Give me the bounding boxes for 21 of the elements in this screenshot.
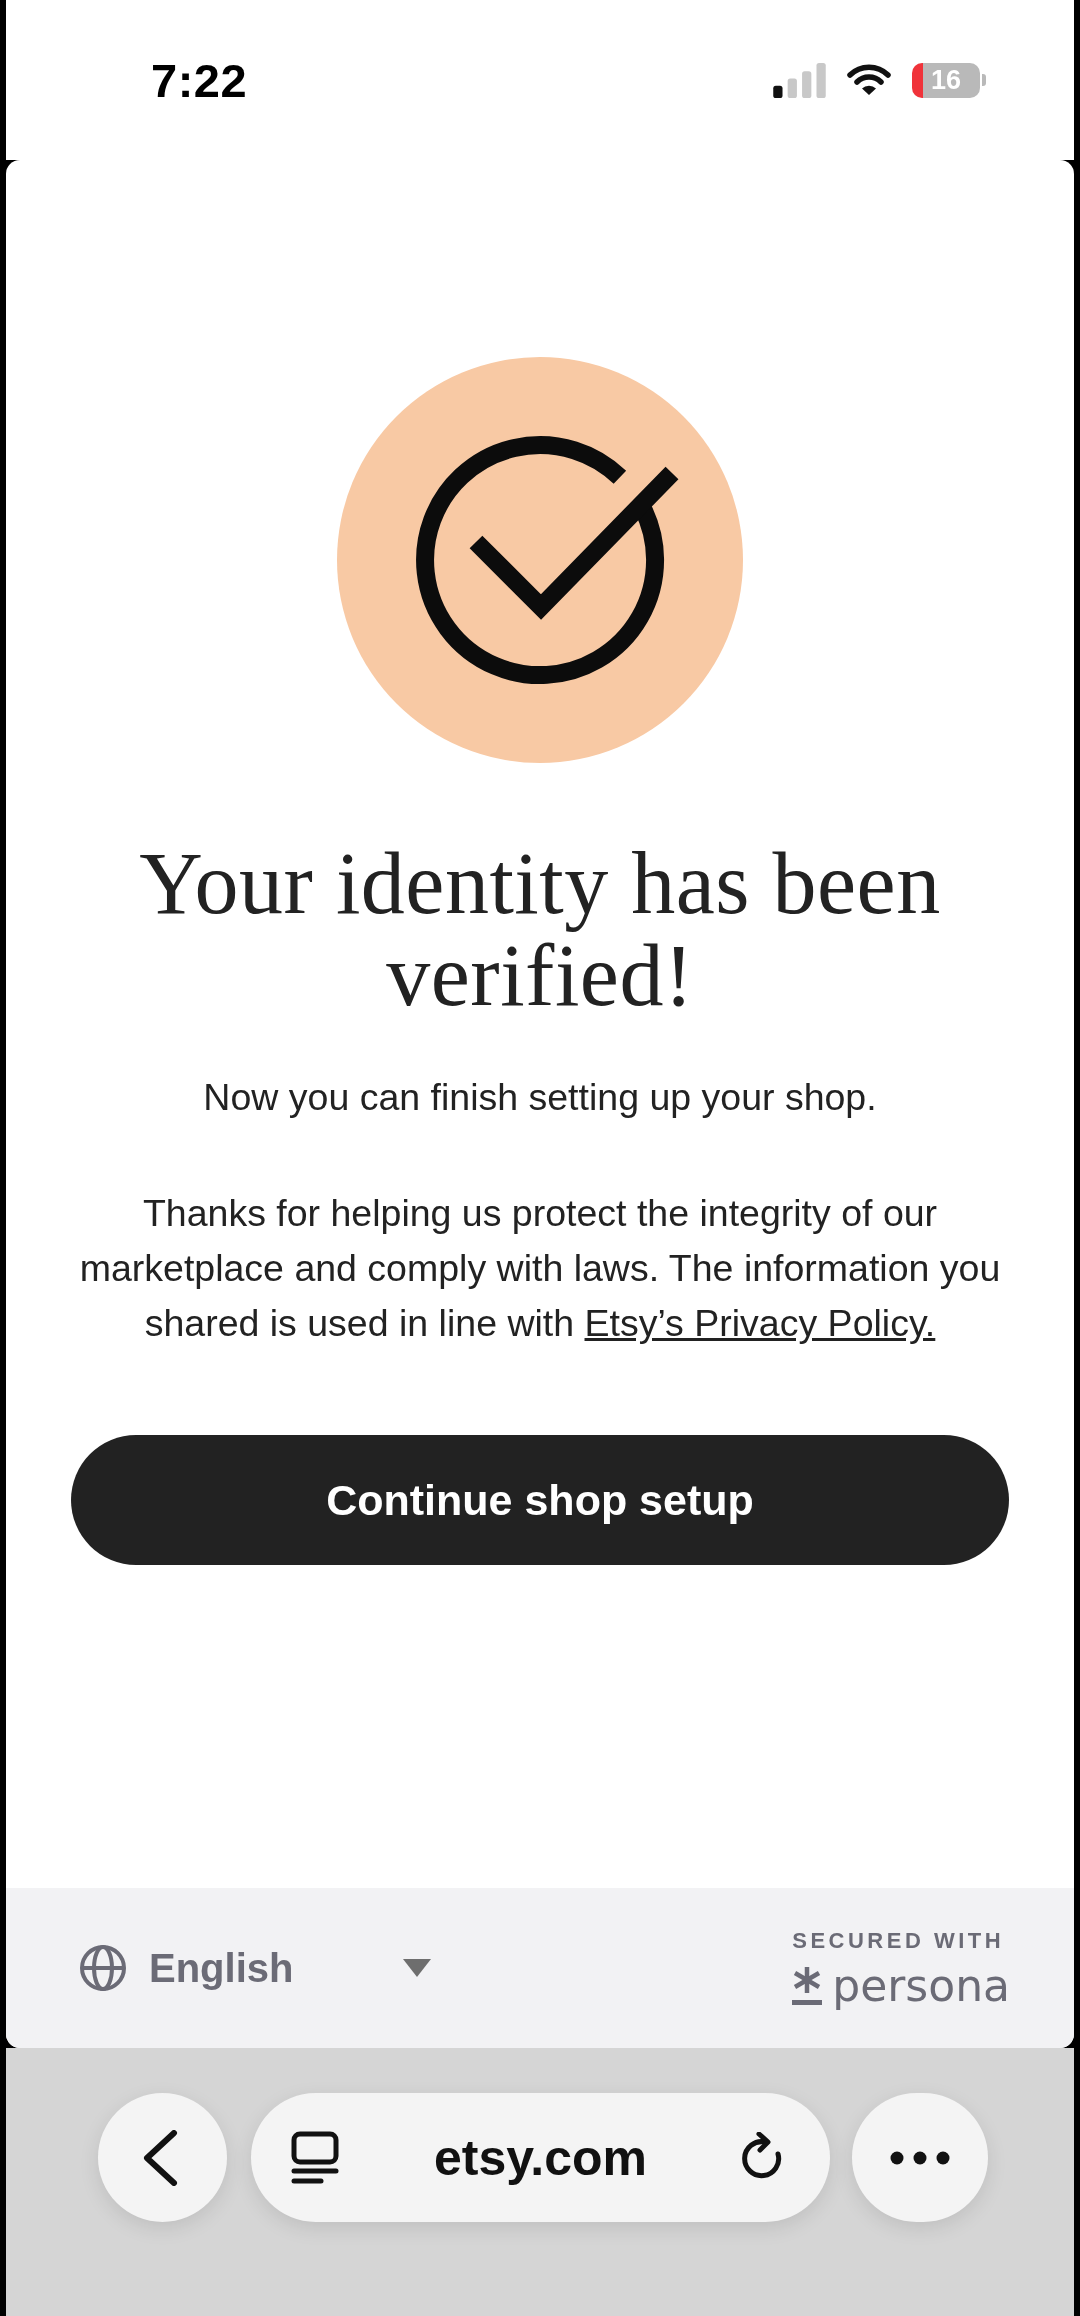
asterisk-logo-icon: [792, 1966, 823, 2006]
secured-with-label: SECURED WITH: [792, 1928, 1005, 1954]
privacy-policy-link[interactable]: Etsy’s Privacy Policy.: [584, 1302, 936, 1344]
back-icon: [141, 2129, 178, 2186]
check-circle-icon: [337, 357, 743, 763]
subtitle: Now you can finish setting up your shop.: [203, 1075, 877, 1120]
language-select[interactable]: English: [79, 1944, 431, 1992]
status-time: 7:22: [151, 52, 248, 108]
address-bar[interactable]: etsy.com: [251, 2093, 830, 2222]
globe-icon: [79, 1944, 127, 1992]
continue-button[interactable]: Continue shop setup: [71, 1435, 1009, 1565]
body-text: Thanks for helping us protect the integrity of our marketplace and comply with laws. The information you shared is used in line with Etsy’s Privacy Policy.: [78, 1191, 1002, 1346]
page-menu-icon[interactable]: [291, 2130, 339, 2185]
signal-icon: [773, 62, 826, 98]
caret-icon: [403, 1959, 431, 1977]
battery-percentage: 16: [930, 66, 961, 94]
more-icon: [890, 2150, 950, 2165]
url-text: etsy.com: [432, 2128, 649, 2187]
wifi-icon: [847, 64, 891, 96]
heading: Your identity has been verified!: [138, 838, 942, 1022]
persona-logo-text: persona: [832, 1964, 1010, 2008]
